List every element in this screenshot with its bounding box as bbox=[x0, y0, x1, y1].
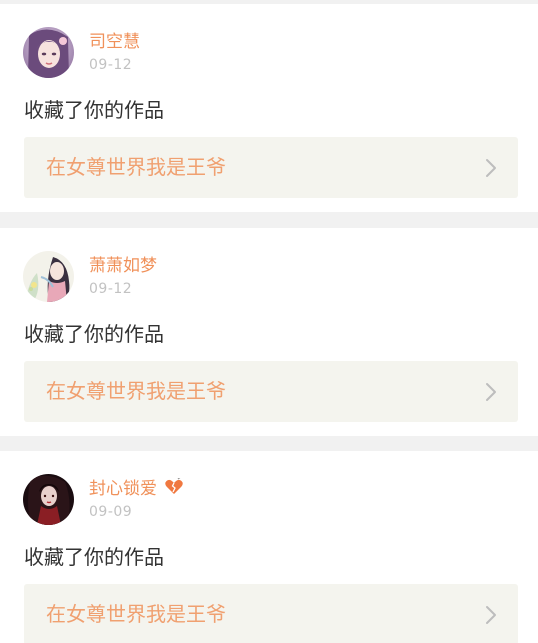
username-text: 封心锁爱 bbox=[89, 479, 157, 499]
action-text: 收藏了你的作品 bbox=[24, 98, 164, 122]
timestamp: 09-12 bbox=[89, 281, 133, 297]
notification-feed: 司空慧 09-12 收藏了你的作品 在女尊世界我是王爷 萧萧如梦 09-12 收… bbox=[0, 0, 538, 643]
work-link[interactable]: 在女尊世界我是王爷 bbox=[24, 584, 518, 643]
user-avatar[interactable] bbox=[23, 27, 74, 78]
work-title: 在女尊世界我是王爷 bbox=[46, 155, 226, 179]
anime-girl-avatar-icon bbox=[23, 27, 74, 78]
action-text: 收藏了你的作品 bbox=[24, 322, 164, 346]
username[interactable]: 萧萧如梦 bbox=[89, 255, 157, 277]
dark-portrait-avatar-icon bbox=[23, 474, 74, 525]
action-text: 收藏了你的作品 bbox=[24, 545, 164, 569]
work-link[interactable]: 在女尊世界我是王爷 bbox=[24, 361, 518, 422]
timestamp: 09-09 bbox=[89, 504, 133, 520]
user-avatar[interactable] bbox=[23, 474, 74, 525]
username[interactable]: 司空慧 bbox=[89, 31, 140, 53]
chevron-right-icon bbox=[486, 159, 496, 177]
notification-card: 司空慧 09-12 收藏了你的作品 在女尊世界我是王爷 bbox=[0, 4, 538, 212]
notification-card: 萧萧如梦 09-12 收藏了你的作品 在女尊世界我是王爷 bbox=[0, 228, 538, 436]
broken-heart-icon bbox=[165, 478, 184, 494]
timestamp: 09-12 bbox=[89, 57, 133, 73]
user-avatar[interactable] bbox=[23, 251, 74, 302]
chevron-right-icon bbox=[486, 383, 496, 401]
chevron-right-icon bbox=[486, 606, 496, 624]
painted-lady-avatar-icon bbox=[23, 251, 74, 302]
work-title: 在女尊世界我是王爷 bbox=[46, 602, 226, 626]
work-title: 在女尊世界我是王爷 bbox=[46, 379, 226, 403]
work-link[interactable]: 在女尊世界我是王爷 bbox=[24, 137, 518, 198]
notification-card: 封心锁爱 09-09 收藏了你的作品 在女尊世界我是王爷 bbox=[0, 451, 538, 643]
username[interactable]: 封心锁爱 bbox=[89, 478, 184, 500]
